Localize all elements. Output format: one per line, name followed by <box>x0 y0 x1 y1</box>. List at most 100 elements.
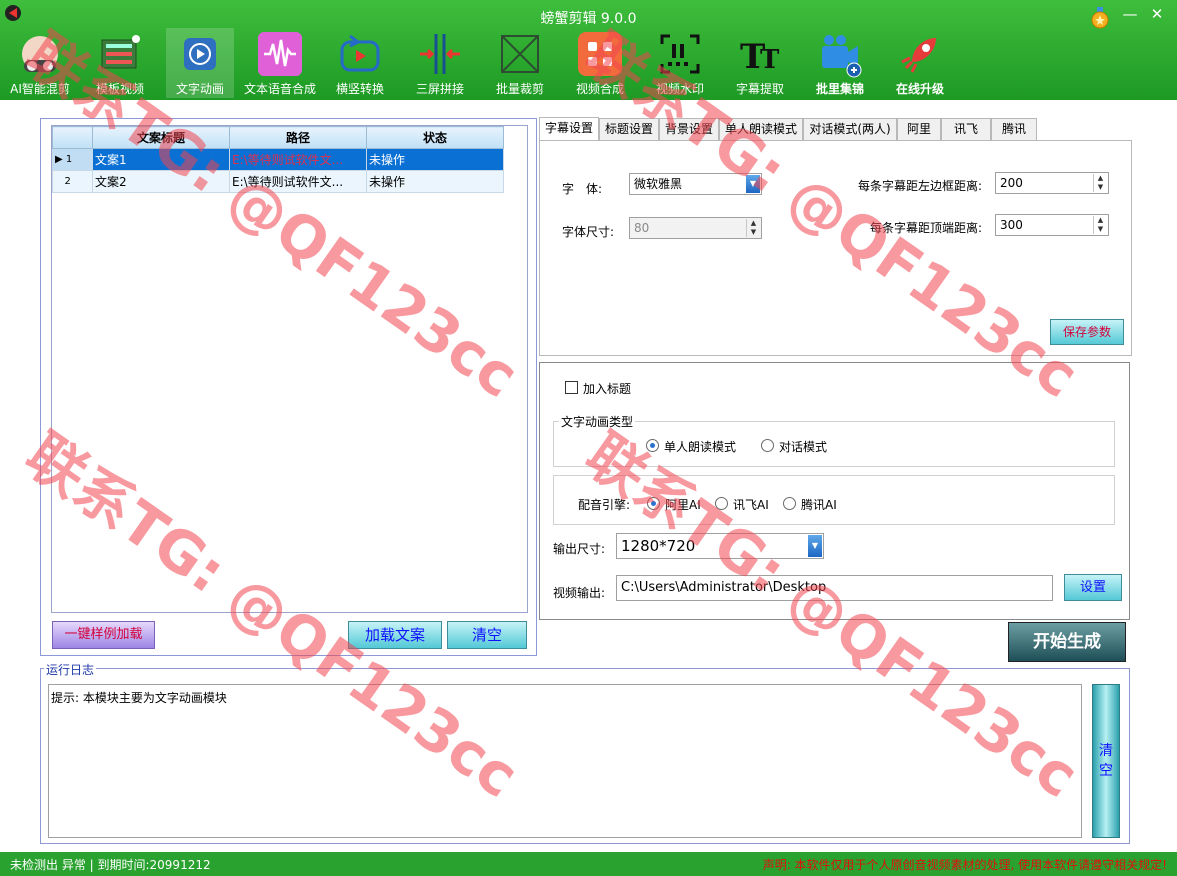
cell-path[interactable]: E:\等待则试软件文... <box>229 170 367 193</box>
xunfei-ai-radio[interactable] <box>715 497 728 510</box>
top-margin-value: 300 <box>1000 218 1023 232</box>
tool-label: 文字动画 <box>175 82 224 96</box>
medal-icon[interactable] <box>1090 7 1110 29</box>
tool-label: 模板视频 <box>95 82 144 96</box>
clear-log-button[interactable]: 清空 <box>1092 684 1120 838</box>
tool-template-video[interactable]: 模板视频 <box>82 28 158 98</box>
tencent-ai-label[interactable]: 腾讯AI <box>801 496 837 513</box>
tts-icon <box>258 32 302 76</box>
font-size-value: 80 <box>634 221 650 235</box>
subtitle-extract-icon: T T <box>740 37 780 77</box>
animation-type-group <box>553 421 1115 467</box>
tool-rotate[interactable]: 横竖转换 <box>326 28 394 98</box>
left-margin-value: 200 <box>1000 176 1023 190</box>
cell-title[interactable]: 文案1 <box>92 148 230 171</box>
column-header-path[interactable]: 路径 <box>229 126 367 149</box>
table-row[interactable]: 2 文案2 E:\等待则试软件文... 未操作 <box>52 170 504 193</box>
tool-label: 字幕提取 <box>735 82 784 96</box>
table-row[interactable]: ▶ 1 文案1 E:\等待则试软件文... 未操作 <box>52 148 504 171</box>
tool-ai-mix[interactable]: AI智能混剪 <box>2 28 78 98</box>
text-animation-icon <box>184 38 216 70</box>
load-sample-button[interactable]: 一键样例加载 <box>52 621 155 649</box>
tool-label: 视频合成 <box>575 82 624 96</box>
tab-subtitle[interactable]: 字幕设置 <box>539 117 599 140</box>
tab-background[interactable]: 背景设置 <box>659 118 719 140</box>
rocket-icon <box>901 38 936 73</box>
single-reading-label[interactable]: 单人朗读模式 <box>664 438 736 455</box>
tab-single-reading[interactable]: 单人朗读模式 <box>719 118 803 140</box>
tool-label: 视频水印 <box>655 82 704 96</box>
column-header-title[interactable]: 文案标题 <box>92 126 230 149</box>
row-number: 2 <box>52 170 93 193</box>
voice-engine-label: 配音引擎: <box>578 498 631 512</box>
tab-xunfei[interactable]: 讯飞 <box>941 118 991 140</box>
load-document-button[interactable]: 加载文案 <box>348 621 442 649</box>
tab-title[interactable]: 标题设置 <box>599 118 659 140</box>
cell-path[interactable]: E:\等待则试软件文... <box>229 148 367 171</box>
tab-dialogue[interactable]: 对话模式(两人) <box>803 118 897 140</box>
left-margin-label: 每条字幕距左边框距离: <box>858 179 983 193</box>
tool-label: 横竖转换 <box>335 82 384 96</box>
tool-label: 三屏拼接 <box>415 82 464 96</box>
minimize-button[interactable]: — <box>1118 4 1142 24</box>
dialogue-label[interactable]: 对话模式 <box>779 438 827 455</box>
cell-status[interactable]: 未操作 <box>366 148 504 171</box>
batch-highlight-icon <box>822 35 862 78</box>
video-output-field[interactable]: C:\Users\Administrator\Desktop <box>616 575 1053 601</box>
top-margin-stepper[interactable]: 300 ▲ ▼ <box>995 214 1109 236</box>
video-output-label: 视频输出: <box>553 586 606 600</box>
font-size-stepper: 80 ▲ ▼ <box>629 217 762 239</box>
save-params-button[interactable]: 保存参数 <box>1050 319 1124 345</box>
run-log-title: 运行日志 <box>44 661 97 678</box>
svg-text:T: T <box>760 45 780 75</box>
clear-list-button[interactable]: 清空 <box>447 621 527 649</box>
tool-batch-highlight[interactable]: 批里集锦 <box>806 28 874 98</box>
tool-text-animation[interactable]: 文字动画 <box>166 28 234 98</box>
cell-title[interactable]: 文案2 <box>92 170 230 193</box>
set-output-button[interactable]: 设置 <box>1064 574 1122 601</box>
chevron-down-icon[interactable]: ▼ <box>746 175 760 193</box>
tool-crop[interactable]: 批量裁剪 <box>486 28 554 98</box>
rotate-icon <box>340 34 380 72</box>
start-generate-button[interactable]: 开始生成 <box>1008 622 1126 662</box>
chevron-down-icon[interactable]: ▼ <box>808 535 822 557</box>
tool-three-screen[interactable]: 三屏拼接 <box>406 28 474 98</box>
output-size-value: 1280*720 <box>621 537 696 555</box>
document-table: 文案标题 路径 状态 ▶ 1 文案1 E:\等待则试软件文... 未操作 2 文… <box>52 126 504 193</box>
close-button[interactable]: ✕ <box>1145 4 1169 24</box>
tool-label: 文本语音合成 <box>243 82 316 96</box>
add-title-label[interactable]: 加入标题 <box>583 380 631 397</box>
left-margin-stepper[interactable]: 200 ▲ ▼ <box>995 172 1109 194</box>
subtitle-settings-page: 字 体: 微软雅黑 ▼ 字体尺寸: 80 ▲ ▼ 每条字幕距左边框距离: 200 … <box>539 140 1132 356</box>
cell-status[interactable]: 未操作 <box>366 170 504 193</box>
font-label: 字 体: <box>562 182 603 196</box>
ali-ai-radio[interactable] <box>647 497 660 510</box>
font-select[interactable]: 微软雅黑 ▼ <box>629 173 762 195</box>
stepper-arrows[interactable]: ▲ ▼ <box>1093 174 1107 192</box>
tool-online-upgrade[interactable]: 在线升级 <box>886 28 954 98</box>
xunfei-ai-label[interactable]: 讯飞AI <box>733 496 769 513</box>
tool-label: AI智能混剪 <box>10 82 70 96</box>
tool-label: 批里集锦 <box>815 82 864 96</box>
document-grid[interactable]: 文案标题 路径 状态 ▶ 1 文案1 E:\等待则试软件文... 未操作 2 文… <box>51 125 528 613</box>
tool-video-merge[interactable]: 视频合成 <box>566 28 634 98</box>
row-header-corner <box>52 126 93 149</box>
stepper-arrows[interactable]: ▲ ▼ <box>1093 216 1107 234</box>
dialogue-radio[interactable] <box>761 439 774 452</box>
tool-watermark[interactable]: 视频水印 <box>646 28 714 98</box>
ali-ai-label[interactable]: 阿里AI <box>665 496 701 513</box>
table-header: 文案标题 路径 状态 <box>52 126 504 149</box>
column-header-status[interactable]: 状态 <box>366 126 504 149</box>
tab-ali[interactable]: 阿里 <box>897 118 941 140</box>
output-size-select[interactable]: 1280*720 ▼ <box>616 533 824 559</box>
row-number: ▶ 1 <box>52 148 93 171</box>
top-margin-label: 每条字幕距顶端距离: <box>870 221 983 235</box>
tool-subtitle-extract[interactable]: T T 字幕提取 <box>726 28 794 98</box>
run-log-textarea[interactable]: 提示: 本模块主要为文字动画模块 <box>48 684 1082 838</box>
tool-tts[interactable]: 文本语音合成 <box>238 28 322 98</box>
tab-tencent[interactable]: 腾讯 <box>991 118 1037 140</box>
tencent-ai-radio[interactable] <box>783 497 796 510</box>
single-reading-radio[interactable] <box>646 439 659 452</box>
title-toolbar: 螃蟹剪辑 9.0.0 — ✕ AI智能混剪 模板视频 文字动画 文本语音合成 横… <box>0 0 1177 100</box>
add-title-checkbox[interactable] <box>565 381 578 394</box>
